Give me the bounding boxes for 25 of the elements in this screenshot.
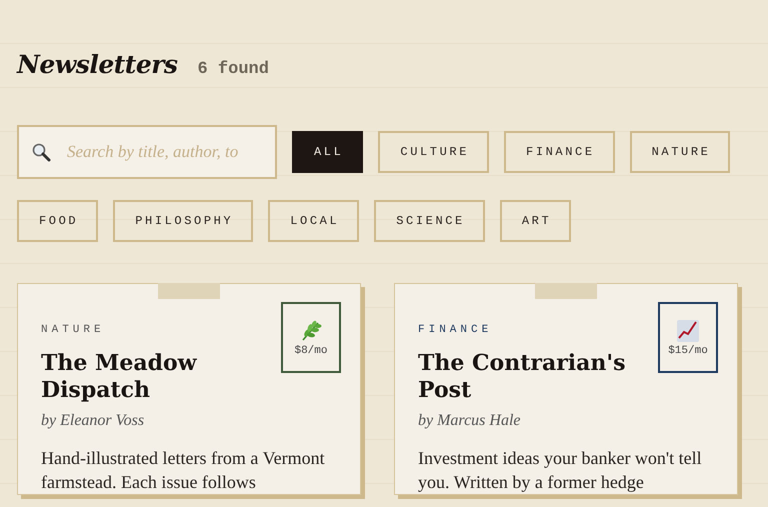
filter-chip[interactable]: PHILOSOPHY bbox=[113, 200, 254, 242]
price-label: $15/mo bbox=[668, 344, 708, 356]
card-tab bbox=[158, 283, 220, 299]
newsletter-description: Hand-illustrated letters from a Vermont farmstead. Each issue follows bbox=[41, 447, 326, 494]
newsletter-title: The Contrarian's Post bbox=[418, 350, 627, 404]
result-count: 6 found bbox=[198, 60, 269, 79]
card-tab bbox=[535, 283, 597, 299]
filter-chip[interactable]: ART bbox=[500, 200, 572, 242]
filter-chip[interactable]: CULTURE bbox=[378, 131, 490, 173]
chart-icon bbox=[676, 318, 700, 342]
filter-chip[interactable]: NATURE bbox=[630, 131, 730, 173]
author-name: by Marcus Hale bbox=[418, 412, 522, 430]
search-field[interactable]: Search by title, author, to bbox=[17, 125, 277, 179]
newsletter-description: Investment ideas your banker won't tell you. Written by a former hedge bbox=[418, 447, 703, 494]
filter-chip[interactable]: FINANCE bbox=[504, 131, 615, 173]
category-label: FINANCE bbox=[418, 324, 494, 336]
author-name: by Eleanor Voss bbox=[41, 412, 146, 430]
page-title: Newsletters bbox=[17, 50, 178, 79]
filter-chip[interactable]: SCIENCE bbox=[374, 200, 485, 242]
price-label: $8/mo bbox=[294, 344, 328, 356]
filter-chip[interactable]: LOCAL bbox=[268, 200, 360, 242]
category-label: NATURE bbox=[41, 324, 106, 336]
filter-chip[interactable]: ALL bbox=[292, 131, 364, 173]
filter-chip[interactable]: FOOD bbox=[17, 200, 98, 242]
newsletter-title: The Meadow Dispatch bbox=[41, 350, 198, 404]
